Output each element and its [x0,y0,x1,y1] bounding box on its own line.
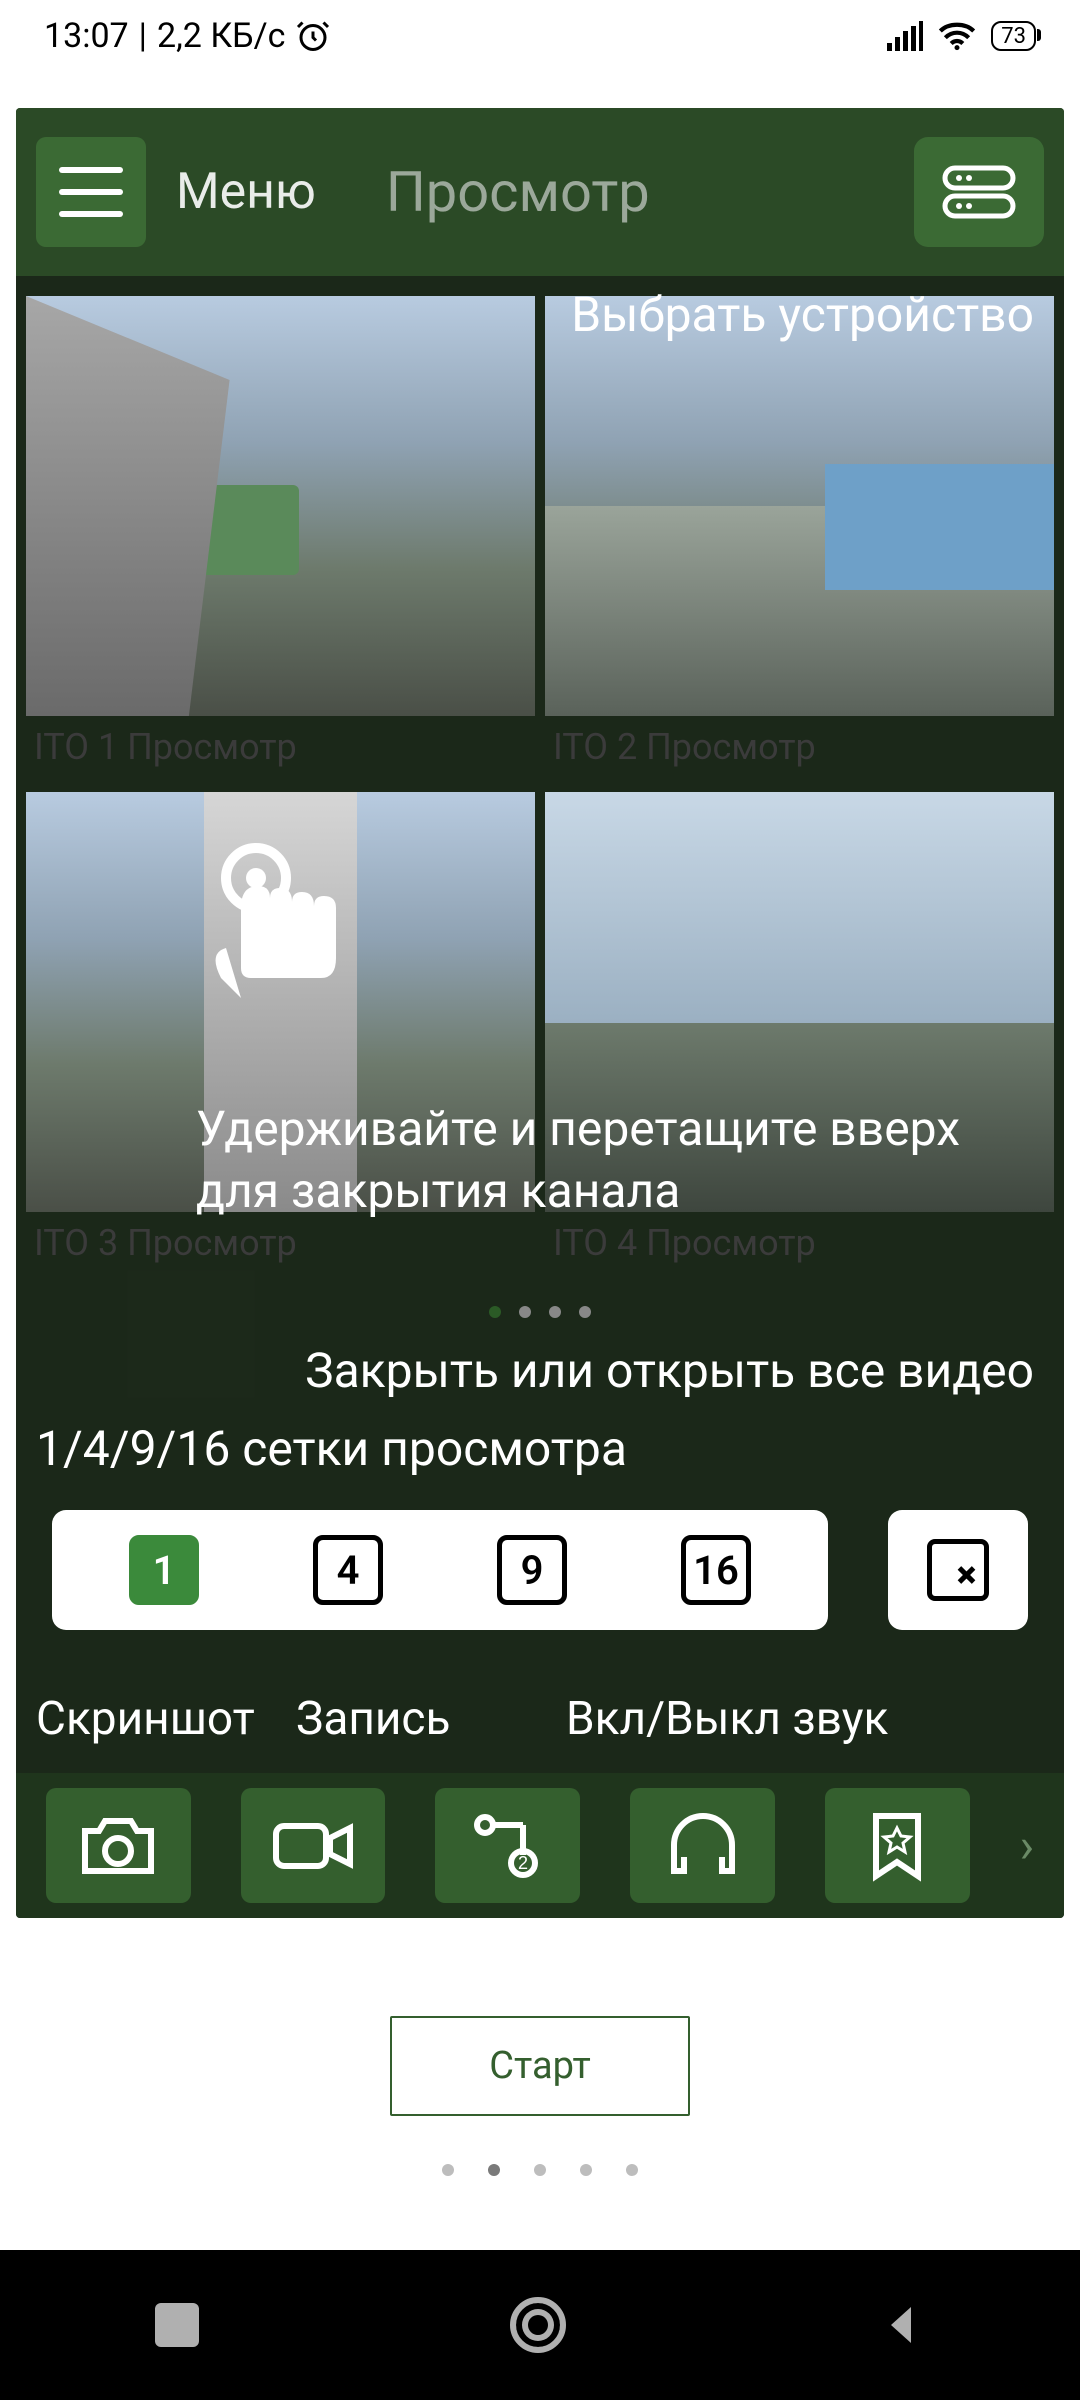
camera-label: ITO 1 Просмотр [26,716,535,782]
stream-icon: 2 [471,1813,545,1879]
battery-pct: 73 [1001,24,1026,49]
alarm-icon [295,18,331,54]
bookmark-star-icon [868,1810,926,1882]
nav-home-button[interactable] [510,2297,566,2353]
close-square-icon [927,1539,989,1601]
action-bar: 2 › [16,1773,1064,1918]
camera-tile[interactable]: ITO 2 Просмотр [545,296,1054,782]
android-nav-bar [0,2250,1080,2400]
camera-label: ITO 2 Просмотр [545,716,1054,782]
status-net-speed: 2,2 КБ/с [157,16,285,56]
stream-quality-button[interactable]: 2 [435,1788,580,1903]
dot [442,2164,454,2176]
grid-16-button[interactable]: 16 [681,1535,751,1605]
hint-close-open-all: Закрыть или открыть все видео [16,1342,1034,1399]
status-left: 13:07 | 2,2 КБ/с [44,16,331,56]
status-right: 73 [887,21,1036,51]
grid-1-button[interactable]: 1 [129,1535,199,1605]
device-list-icon [939,162,1019,222]
app-header: Меню Просмотр [16,108,1064,276]
hint-sound: Вкл/Выкл звук [566,1692,888,1746]
battery-icon: 73 [991,21,1036,51]
close-all-button[interactable] [888,1510,1028,1630]
dot [534,2164,546,2176]
wifi-icon [937,21,977,51]
page-title: Просмотр [386,159,650,225]
screenshot-button[interactable] [46,1788,191,1903]
camera-icon [79,1815,157,1877]
chevron-right-icon[interactable]: › [1020,1817,1034,1874]
dot [626,2164,638,2176]
dot [579,1306,591,1318]
nav-back-button[interactable] [877,2301,925,2349]
camera-thumbnail [545,296,1054,716]
grid-size-selector: 1 4 9 16 [52,1510,828,1630]
favorite-button[interactable] [825,1788,970,1903]
hint-hold-drag: Удерживайте и перетащите вверх для закры… [196,1098,1024,1223]
svg-text:2: 2 [518,1853,528,1873]
start-button-label: Старт [489,2044,591,2088]
status-bar: 13:07 | 2,2 КБ/с [0,0,1080,72]
device-list-button[interactable] [914,137,1044,247]
headphones-icon [664,1813,742,1879]
grid-4-button[interactable]: 4 [313,1535,383,1605]
record-button[interactable] [241,1788,386,1903]
camera-tile[interactable]: ITO 1 Просмотр [26,296,535,782]
dot [549,1306,561,1318]
status-sep: | [139,16,147,56]
tap-hold-icon [186,838,346,1042]
audio-button[interactable] [630,1788,775,1903]
dot [488,2164,500,2176]
signal-icon [887,21,923,51]
video-icon [272,1818,354,1874]
tutorial-card: Меню Просмотр ITO 1 Просмотр ITO 2 Просм… [16,108,1064,1918]
grid-9-button[interactable]: 9 [497,1535,567,1605]
nav-recent-button[interactable] [155,2303,199,2347]
dot [580,2164,592,2176]
camera-thumbnail [26,296,535,716]
onboarding-dots [0,2164,1080,2176]
dot [489,1306,501,1318]
status-time: 13:07 [44,16,129,56]
menu-button[interactable] [36,137,146,247]
hint-screenshot: Скриншот [36,1692,255,1746]
inner-page-dots [16,1306,1064,1318]
hint-select-device: Выбрать устройство [571,286,1034,343]
hint-grid-sizes: 1/4/9/16 сетки просмотра [36,1420,627,1477]
hint-record: Запись [296,1692,451,1746]
dot [519,1306,531,1318]
menu-label: Меню [176,163,316,221]
grid-size-bar: 1 4 9 16 [52,1510,1028,1630]
start-button[interactable]: Старт [390,2016,690,2116]
